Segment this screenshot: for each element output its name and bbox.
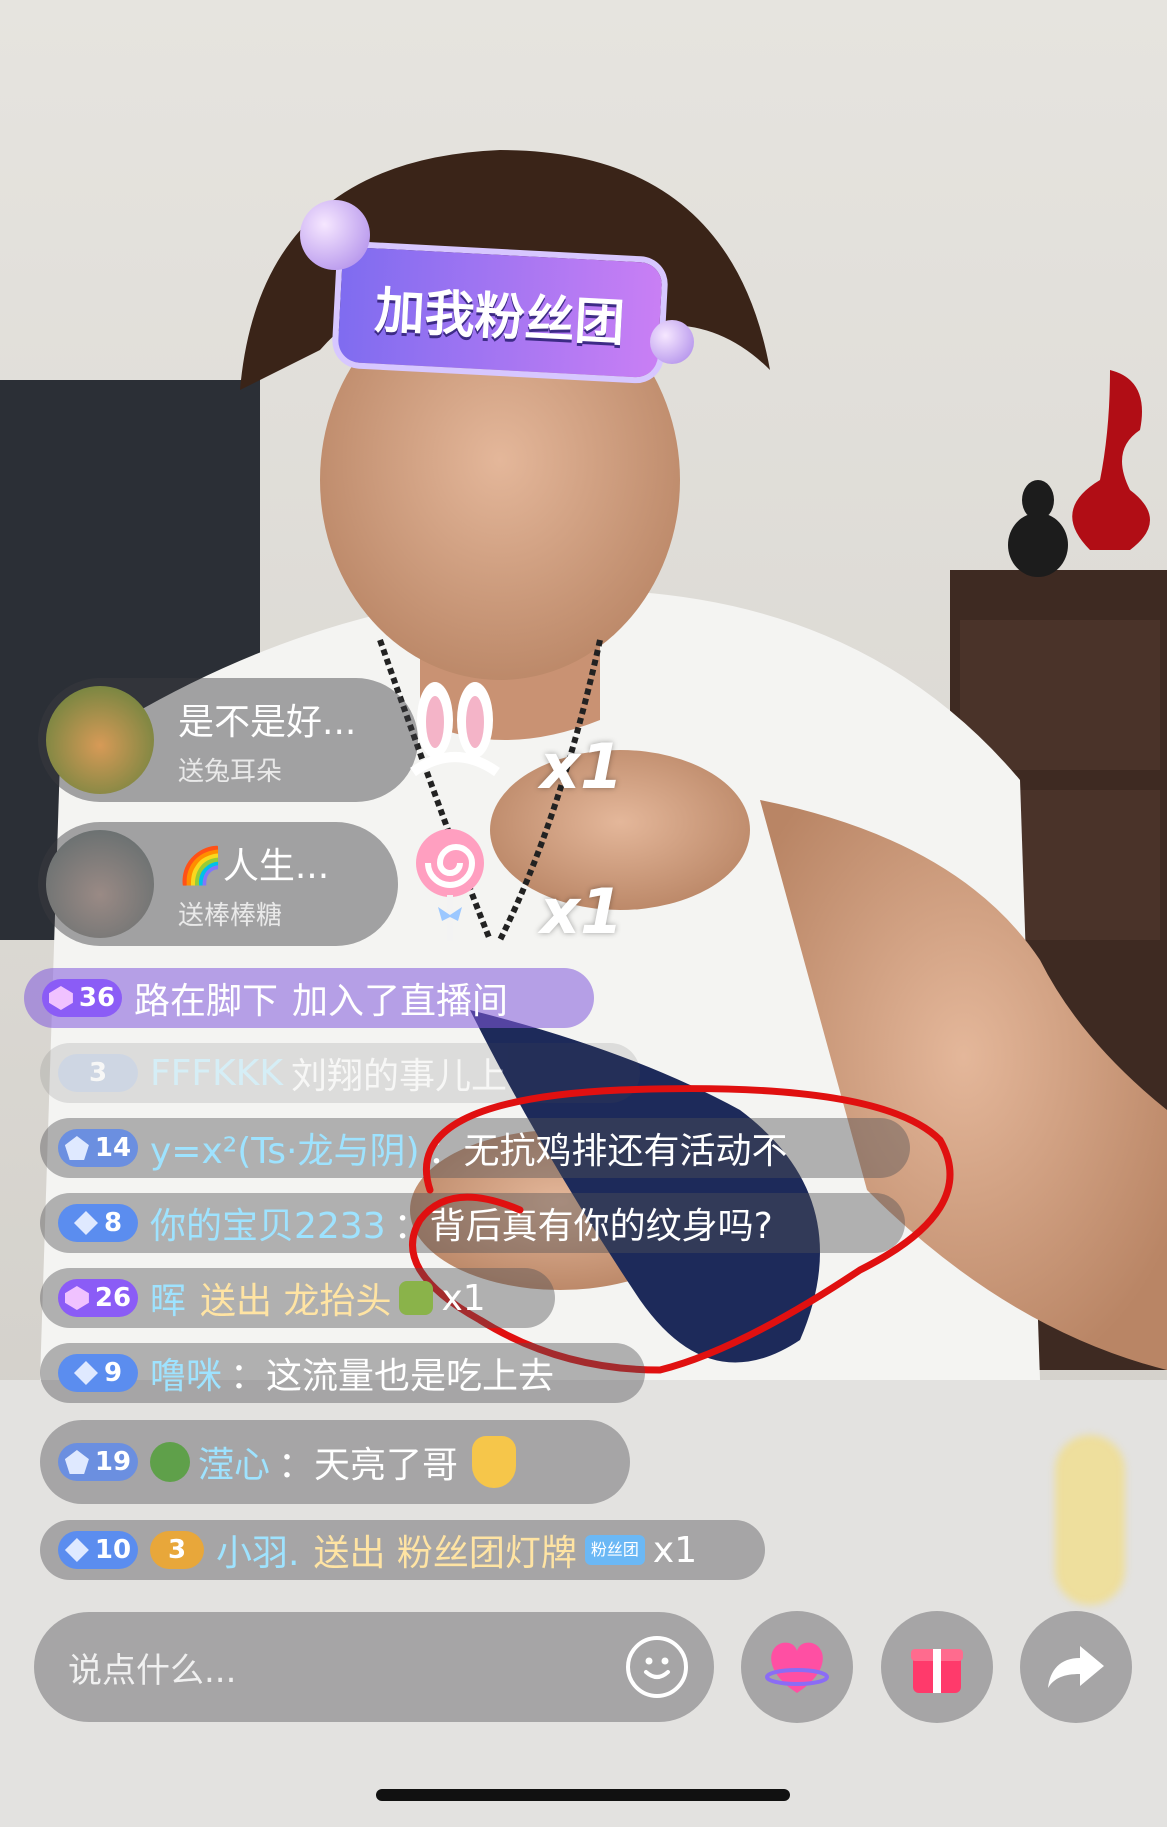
chat-user[interactable]: 你的宝贝2233 xyxy=(150,1197,386,1249)
chat-separator: ： xyxy=(230,1356,267,1397)
share-arrow-icon xyxy=(1048,1646,1104,1688)
gift-count: x1 xyxy=(540,875,624,948)
gem-icon xyxy=(48,986,73,1010)
gift-count: x1 xyxy=(652,1529,698,1571)
fan-club-message: 10 3 小羽. 送出 粉丝团灯牌 粉丝团 x1 xyxy=(40,1520,765,1580)
gift-count: x1 xyxy=(540,730,624,803)
live-stream-view: 加我粉丝团 是不是好... 送兔耳朵 x1 🌈人生... 送棒棒糖 x1 36 … xyxy=(0,0,1167,1827)
gift-box-icon xyxy=(911,1649,963,1693)
fan-lamp-icon: 粉丝团 xyxy=(584,1535,645,1565)
finger-heart-icon xyxy=(472,1436,517,1488)
lollipop-icon xyxy=(410,825,490,945)
banner-text: 加我粉丝团 xyxy=(373,280,627,352)
heart-button[interactable] xyxy=(741,1611,853,1723)
level-badge: 10 xyxy=(58,1531,138,1569)
chat-user[interactable]: FFFKKK xyxy=(150,1053,283,1094)
chat-user[interactable]: 噜咪 xyxy=(150,1347,222,1399)
comment-input[interactable]: 说点什么... xyxy=(34,1612,714,1722)
level-badge: 9 xyxy=(58,1354,138,1392)
chat-message: 19 滢心 ： 天亮了哥 xyxy=(40,1420,630,1504)
disco-ball-icon xyxy=(650,320,694,364)
disco-ball-icon xyxy=(300,200,370,270)
avatar[interactable] xyxy=(46,830,154,938)
fan-text: 送出 粉丝团灯牌 xyxy=(313,1533,577,1574)
chat-user[interactable]: 滢心 xyxy=(198,1436,270,1488)
fan-user[interactable]: 小羽. xyxy=(216,1524,299,1576)
gift-card[interactable]: 是不是好... 送兔耳朵 xyxy=(38,678,418,802)
level-badge: 26 xyxy=(58,1279,138,1317)
input-placeholder: 说点什么... xyxy=(68,1650,237,1691)
gift-icon xyxy=(399,1281,434,1315)
gift-user[interactable]: 晖 xyxy=(150,1272,186,1324)
gem-icon xyxy=(73,1361,98,1385)
level-badge: 8 xyxy=(58,1204,138,1242)
gift-sender-name: 🌈人生... xyxy=(178,845,330,887)
like-effect xyxy=(1055,1435,1125,1605)
home-indicator[interactable] xyxy=(376,1789,790,1801)
fan-club-banner[interactable]: 加我粉丝团 xyxy=(337,246,663,379)
gift-count: x1 xyxy=(441,1277,486,1319)
gem-icon xyxy=(64,1286,89,1310)
annotation-circle xyxy=(409,1085,954,1374)
level-badge: 3 xyxy=(58,1054,138,1092)
gem-icon xyxy=(64,1136,89,1160)
join-user[interactable]: 路在脚下 xyxy=(134,972,278,1024)
tree-icon xyxy=(150,1442,190,1482)
gift-action: 送兔耳朵 xyxy=(178,756,283,787)
bunny-ears-icon xyxy=(405,680,505,790)
gift-text: 送出 龙抬头 xyxy=(200,1281,392,1322)
gem-icon xyxy=(64,1538,89,1562)
level-badge: 36 xyxy=(42,979,122,1017)
gift-button[interactable] xyxy=(881,1611,993,1723)
gift-sender-name: 是不是好... xyxy=(178,701,357,743)
level-badge: 14 xyxy=(58,1129,138,1167)
fan-badge: 3 xyxy=(150,1531,204,1569)
chat-text: 天亮了哥 xyxy=(314,1445,459,1486)
emoji-icon[interactable] xyxy=(626,1636,688,1698)
gift-message: 26 晖 送出 龙抬头 x1 xyxy=(40,1268,555,1328)
gift-card[interactable]: 🌈人生... 送棒棒糖 xyxy=(38,822,398,946)
gift-action: 送棒棒糖 xyxy=(178,900,283,931)
chat-text: 这流量也是吃上去 xyxy=(266,1356,555,1397)
level-badge: 19 xyxy=(58,1443,138,1481)
join-message: 36 路在脚下 加入了直播间 xyxy=(24,968,594,1028)
gem-icon xyxy=(64,1450,89,1474)
join-text: 加入了直播间 xyxy=(292,981,509,1022)
chat-message: 9 噜咪 ： 这流量也是吃上去 xyxy=(40,1343,645,1403)
chat-separator: ： xyxy=(278,1445,315,1486)
gem-icon xyxy=(73,1211,98,1235)
share-button[interactable] xyxy=(1020,1611,1132,1723)
avatar[interactable] xyxy=(46,686,154,794)
heart-icon xyxy=(765,1642,829,1693)
